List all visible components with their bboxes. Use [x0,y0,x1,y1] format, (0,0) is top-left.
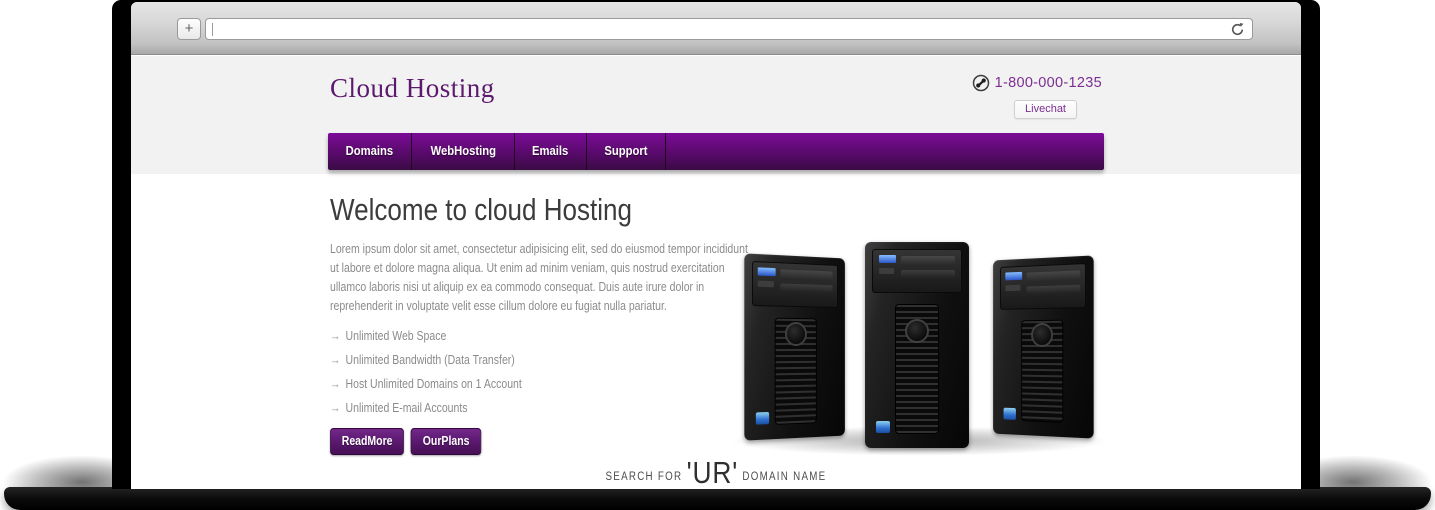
server-tower-right [993,255,1094,438]
search-banner-highlight: 'UR' [687,457,739,488]
nav-item-webhosting[interactable]: WebHosting [412,133,516,170]
lcd-display [879,255,896,263]
server-towers-image [741,240,1097,452]
nav-item-emails[interactable]: Emails [515,133,586,170]
nav-label: Domains [346,133,394,169]
intro-paragraph: Lorem ipsum dolor sit amet, consectetur … [330,240,754,316]
feature-label: Host Unlimited Domains on 1 Account [346,377,522,391]
page-title: Welcome to cloud Hosting [330,192,763,228]
cta-button-row: ReadMore OurPlans [330,428,763,455]
power-buttons [879,268,895,274]
nav-item-domains[interactable]: Domains [328,133,412,170]
feature-label: Unlimited Bandwidth (Data Transfer) [346,353,515,367]
laptop-bezel: + Cloud Hosting [112,0,1320,489]
nav-item-support[interactable]: Support [587,133,666,170]
url-input[interactable] [205,18,1253,40]
nav-label: Support [604,133,647,169]
intel-badge [756,412,769,425]
ourplans-button[interactable]: OurPlans [411,428,481,455]
intel-badge [876,421,890,433]
livechat-button[interactable]: Livechat [1014,100,1077,119]
browser-window: + Cloud Hosting [131,2,1301,489]
feature-item: → Host Unlimited Domains on 1 Account [330,377,763,391]
nav-label: WebHosting [430,133,495,169]
search-banner-suffix: DOMAIN NAME [742,471,826,488]
optical-drive [1027,285,1080,295]
power-buttons [1006,285,1021,291]
optical-drive [1027,270,1080,282]
optical-drive [781,283,833,293]
arrow-icon: → [330,377,341,391]
nav-label: Emails [533,133,569,169]
arrow-icon: → [330,329,341,343]
new-tab-button[interactable]: + [177,18,201,40]
lcd-display [1006,272,1022,281]
feature-label: Unlimited E-mail Accounts [346,401,468,415]
dell-badge [905,319,929,343]
drive-bay [872,249,961,293]
hero-text-column: Welcome to cloud Hosting Lorem ipsum dol… [330,192,763,455]
lcd-display [758,267,775,276]
search-banner-prefix: SEARCH FOR [606,471,683,488]
refresh-icon[interactable] [1230,22,1245,37]
main-navigation: Domains WebHosting Emails Support [328,133,1104,170]
feature-item: → Unlimited Web Space [330,329,763,343]
laptop-mockup: + Cloud Hosting [0,0,1435,510]
readmore-button[interactable]: ReadMore [330,428,404,455]
phone-number[interactable]: 1-800-000-1235 [995,75,1102,91]
dell-badge [1031,322,1053,346]
text-caret [212,23,213,36]
domain-search-banner: SEARCH FOR 'UR' DOMAIN NAME [328,457,1104,488]
optical-drive [781,269,833,281]
dell-badge [785,322,807,346]
webpage: Cloud Hosting 1-800-000-1235 Liv [131,56,1301,489]
arrow-icon: → [330,401,341,415]
site-content: Cloud Hosting 1-800-000-1235 Liv [328,56,1104,489]
phone-contact: 1-800-000-1235 [972,74,1102,92]
server-tower-left [744,253,845,440]
optical-drive [901,256,955,266]
feature-item: → Unlimited Bandwidth (Data Transfer) [330,353,763,367]
feature-item: → Unlimited E-mail Accounts [330,401,763,415]
optical-drive [901,270,955,278]
site-logo[interactable]: Cloud Hosting [330,73,495,104]
feature-list: → Unlimited Web Space → Unlimited Bandwidt… [330,329,763,415]
power-buttons [758,281,774,288]
drive-bay [752,261,838,308]
feature-label: Unlimited Web Space [346,329,447,343]
laptop-base [4,487,1431,510]
server-tower-center [865,242,969,448]
arrow-icon: → [330,353,341,367]
browser-toolbar: + [131,2,1301,55]
drive-bay [1000,263,1086,310]
phone-icon [972,74,990,92]
intel-badge [1004,408,1016,420]
